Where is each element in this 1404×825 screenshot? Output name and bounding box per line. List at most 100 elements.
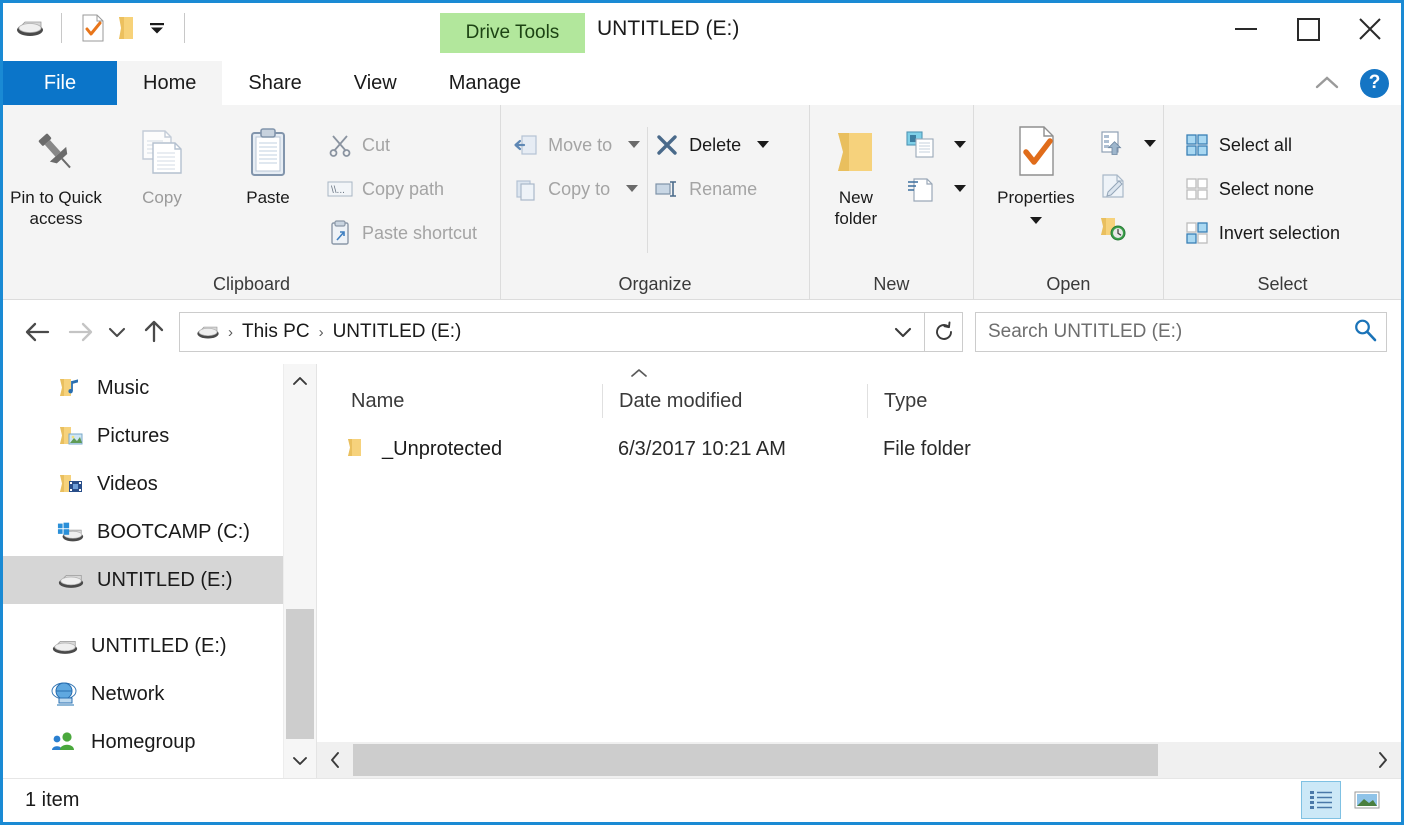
paste-shortcut-button[interactable]: Paste shortcut xyxy=(321,211,483,255)
copy-path-button[interactable]: \\... Copy path xyxy=(321,167,483,211)
open-with-icon xyxy=(1098,129,1128,159)
open-group-label: Open xyxy=(974,269,1163,299)
new-item-icon xyxy=(904,128,938,162)
edit-pencil-icon xyxy=(1098,171,1128,201)
properties-icon[interactable] xyxy=(76,11,110,45)
delete-label: Delete xyxy=(689,135,741,156)
qat-customize-dropdown-icon[interactable] xyxy=(144,13,170,43)
pictures-folder-icon xyxy=(57,422,85,450)
hscroll-track[interactable] xyxy=(353,742,1365,778)
paste-button[interactable]: Paste xyxy=(215,115,321,208)
ribbon-group-organize: Move to Copy to xyxy=(501,105,810,299)
help-button[interactable]: ? xyxy=(1360,69,1389,98)
tab-manage-label: Manage xyxy=(449,72,521,95)
open-with-caret-icon[interactable] xyxy=(1143,135,1157,153)
easy-access-button[interactable] xyxy=(898,167,973,211)
organize-col-1: Move to Copy to xyxy=(507,115,647,211)
delete-caret-icon[interactable] xyxy=(756,136,770,154)
invert-selection-button[interactable]: Invert selection xyxy=(1178,211,1346,255)
tab-manage[interactable]: Manage xyxy=(423,61,547,105)
column-header-type[interactable]: Type xyxy=(867,384,1401,418)
pin-to-quick-access-button[interactable]: Pin to Quick access xyxy=(3,115,109,230)
details-view-button[interactable] xyxy=(1301,781,1341,819)
close-button[interactable] xyxy=(1339,3,1401,55)
breadcrumb-separator-1[interactable]: › xyxy=(226,324,235,341)
properties-button[interactable]: Properties xyxy=(980,115,1092,230)
horizontal-scrollbar[interactable] xyxy=(317,742,1401,778)
properties-icon xyxy=(1011,121,1061,183)
breadcrumb-bar[interactable]: › This PC › UNTITLED (E:) xyxy=(179,312,925,352)
column-header-date-modified[interactable]: Date modified xyxy=(602,384,867,418)
breadcrumb-untitled-e[interactable]: UNTITLED (E:) xyxy=(326,321,469,343)
copy-path-icon: \\... xyxy=(327,176,353,202)
scrollbar-thumb[interactable] xyxy=(286,609,314,739)
music-folder-icon xyxy=(57,374,85,402)
sidebar-item-bootcamp-c[interactable]: BOOTCAMP (C:) xyxy=(3,508,316,556)
new-item-button[interactable] xyxy=(898,123,973,167)
hscroll-thumb[interactable] xyxy=(353,744,1158,776)
easy-access-caret-icon[interactable] xyxy=(953,180,967,198)
move-to-button[interactable]: Move to xyxy=(507,123,647,167)
invert-selection-icon xyxy=(1184,220,1210,246)
sidebar-item-untitled-e-root[interactable]: UNTITLED (E:) xyxy=(3,622,316,670)
tab-home[interactable]: Home xyxy=(117,61,222,105)
rename-button[interactable]: Rename xyxy=(648,167,776,211)
breadcrumb-drive-icon[interactable] xyxy=(190,323,226,341)
history-button[interactable] xyxy=(1092,207,1163,249)
drive-icon[interactable] xyxy=(13,11,47,45)
file-name-cell[interactable]: _Unprotected xyxy=(317,436,602,463)
sidebar-item-videos-label: Videos xyxy=(97,473,158,496)
invert-selection-label: Invert selection xyxy=(1219,223,1340,244)
view-toggle-buttons xyxy=(1301,781,1387,819)
search-icon[interactable] xyxy=(1352,317,1378,348)
file-date-cell: 6/3/2017 10:21 AM xyxy=(602,438,867,461)
new-folder-button[interactable]: New folder xyxy=(814,115,898,230)
recent-locations-button[interactable] xyxy=(101,311,133,353)
select-none-button[interactable]: Select none xyxy=(1178,167,1346,211)
qat-separator-1 xyxy=(61,13,62,43)
edit-button[interactable] xyxy=(1092,165,1163,207)
refresh-button[interactable] xyxy=(925,312,963,352)
search-input[interactable]: Search UNTITLED (E:) xyxy=(975,312,1387,352)
back-button[interactable] xyxy=(17,311,59,353)
cut-button[interactable]: Cut xyxy=(321,123,483,167)
scroll-up-icon[interactable] xyxy=(284,364,316,398)
sidebar-item-pictures[interactable]: Pictures xyxy=(3,412,316,460)
open-with-button[interactable] xyxy=(1092,123,1163,165)
delete-button[interactable]: Delete xyxy=(648,123,776,167)
breadcrumb-this-pc[interactable]: This PC xyxy=(235,321,317,343)
forward-button[interactable] xyxy=(59,311,101,353)
select-all-button[interactable]: Select all xyxy=(1178,123,1346,167)
sidebar-item-homegroup[interactable]: Homegroup xyxy=(3,718,316,766)
tab-view[interactable]: View xyxy=(328,61,423,105)
hscroll-left-icon[interactable] xyxy=(317,742,353,778)
new-item-caret-icon[interactable] xyxy=(953,136,967,154)
maximize-button[interactable] xyxy=(1277,3,1339,55)
copy-button[interactable]: Copy xyxy=(109,115,215,208)
column-header-name[interactable]: Name xyxy=(317,384,602,418)
sidebar-item-network[interactable]: Network xyxy=(3,670,316,718)
table-row[interactable]: _Unprotected 6/3/2017 10:21 AM File fold… xyxy=(317,426,1401,472)
copy-to-caret-icon[interactable] xyxy=(625,180,639,198)
navigation-pane-scrollbar[interactable] xyxy=(283,364,316,778)
copy-to-button[interactable]: Copy to xyxy=(507,167,647,211)
ribbon-group-select: Select all Select none xyxy=(1164,105,1401,299)
properties-caret-icon[interactable] xyxy=(1029,212,1043,230)
column-header-type-label: Type xyxy=(884,390,927,413)
sidebar-item-untitled-e-thispc[interactable]: UNTITLED (E:) xyxy=(3,556,316,604)
collapse-ribbon-icon[interactable] xyxy=(1310,68,1344,98)
tab-share[interactable]: Share xyxy=(222,61,327,105)
up-button[interactable] xyxy=(133,311,175,353)
move-to-caret-icon[interactable] xyxy=(627,136,641,154)
sidebar-item-videos[interactable]: Videos xyxy=(3,460,316,508)
scroll-down-icon[interactable] xyxy=(284,744,316,778)
new-folder-icon[interactable] xyxy=(110,11,144,45)
minimize-button[interactable] xyxy=(1215,3,1277,55)
title-bar: Drive Tools UNTITLED (E:) xyxy=(3,3,1401,61)
address-dropdown-icon[interactable] xyxy=(888,314,918,350)
large-icons-view-button[interactable] xyxy=(1347,781,1387,819)
breadcrumb-separator-2[interactable]: › xyxy=(317,324,326,341)
hscroll-right-icon[interactable] xyxy=(1365,742,1401,778)
sidebar-item-music[interactable]: Music xyxy=(3,364,316,412)
tab-file[interactable]: File xyxy=(3,61,117,105)
